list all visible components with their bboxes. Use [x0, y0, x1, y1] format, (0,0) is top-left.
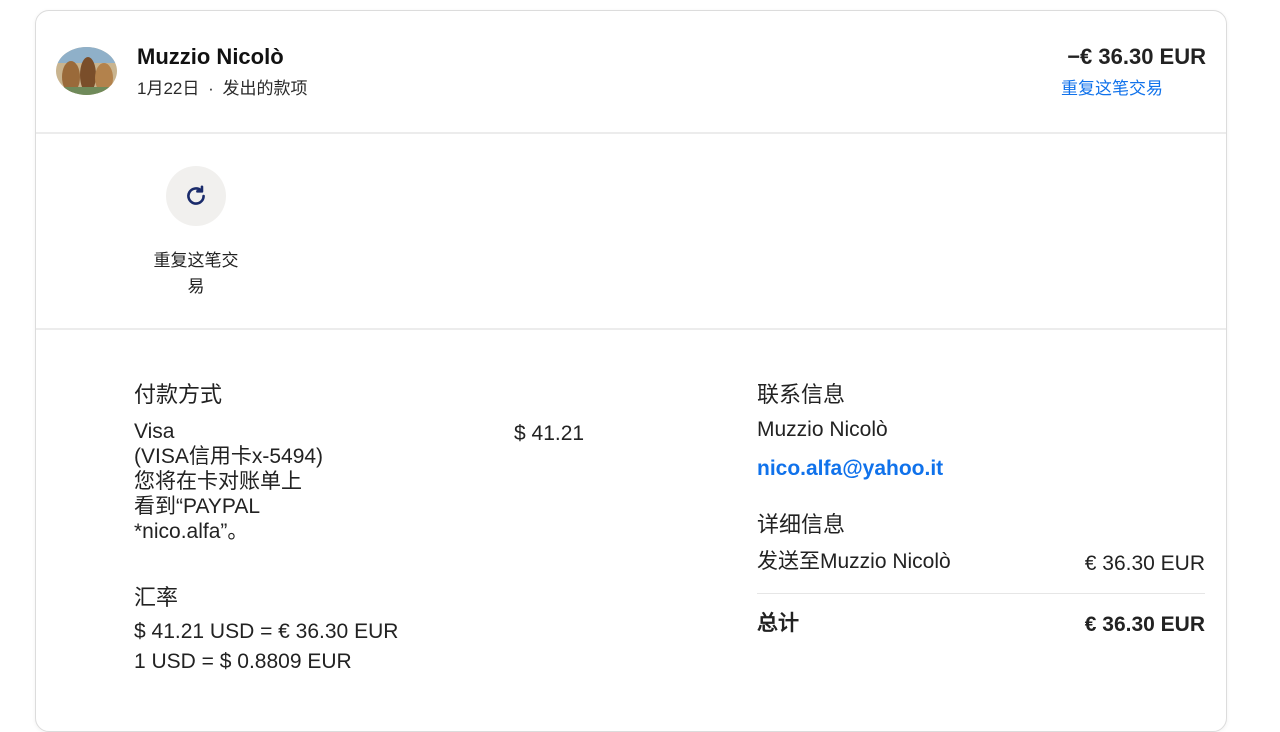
transaction-card: Muzzio Nicolò 1月22日 · 发出的款项 −€ 36.30 EUR…: [35, 10, 1227, 732]
contact-email-link[interactable]: nico.alfa@yahoo.it: [757, 457, 943, 481]
transaction-header: Muzzio Nicolò 1月22日 · 发出的款项 −€ 36.30 EUR…: [36, 11, 1226, 132]
subline-separator: ·: [208, 79, 214, 98]
payment-amount: $ 41.21: [514, 422, 585, 445]
repeat-transaction-button[interactable]: 重复这笔交易: [136, 166, 256, 300]
details-title: 详细信息: [757, 512, 846, 537]
transaction-date: 1月22日: [137, 79, 200, 98]
details-separator: [757, 593, 1205, 594]
card-name: Visa: [134, 420, 175, 443]
avatar: [56, 47, 117, 95]
repeat-transaction-link[interactable]: 重复这笔交易: [1061, 74, 1163, 99]
statement-note: 您将在卡对账单上看到“PAYPAL *nico.alfa”。: [134, 470, 302, 543]
exchange-line-2: 1 USD = $ 0.8809 EUR: [134, 650, 352, 673]
total-amount: € 36.30 EUR: [1084, 613, 1205, 636]
payment-method-description: Visa (VISA信用卡x-5494) 您将在卡对账单上看到“PAYPAL *…: [134, 419, 364, 544]
exchange-rate-title: 汇率: [134, 585, 179, 610]
sent-to-label: 发送至Muzzio Nicolò: [757, 550, 951, 573]
divider: [36, 328, 1226, 330]
repeat-icon-circle[interactable]: [166, 166, 226, 226]
exchange-line-1: $ 41.21 USD = € 36.30 EUR: [134, 620, 399, 643]
divider: [36, 132, 1226, 134]
transaction-type: 发出的款项: [222, 79, 308, 98]
payment-method-title: 付款方式: [134, 382, 223, 407]
sent-to-amount: € 36.30 EUR: [1084, 552, 1205, 575]
contact-info-title: 联系信息: [757, 382, 846, 407]
total-label: 总计: [757, 612, 799, 635]
transaction-amount: −€ 36.30 EUR: [1067, 44, 1206, 69]
counterparty-name: Muzzio Nicolò: [137, 44, 284, 69]
transaction-subline: 1月22日 · 发出的款项: [137, 74, 308, 99]
repeat-transaction-label[interactable]: 重复这笔交易: [148, 248, 244, 300]
card-detail: (VISA信用卡x-5494): [134, 445, 324, 468]
contact-name: Muzzio Nicolò: [757, 418, 888, 441]
refresh-icon: [187, 185, 205, 205]
